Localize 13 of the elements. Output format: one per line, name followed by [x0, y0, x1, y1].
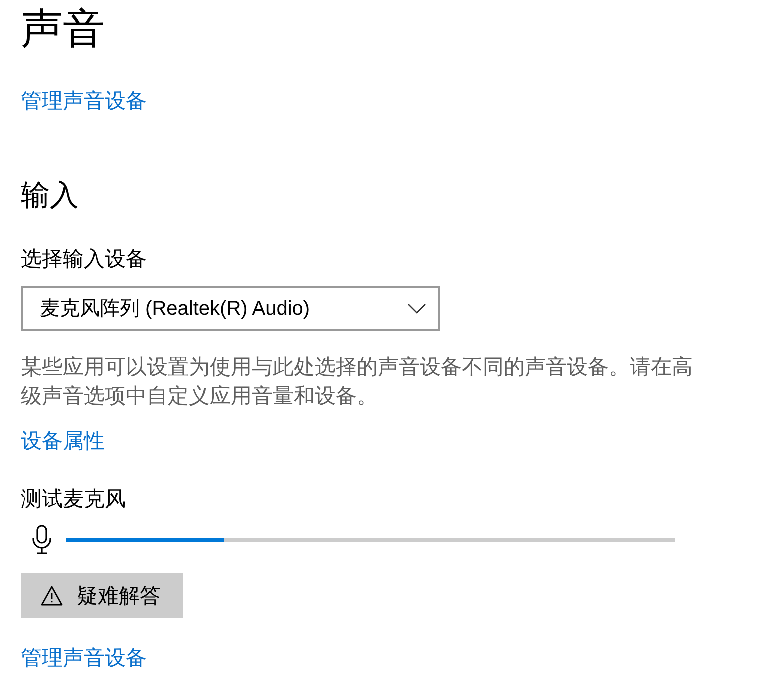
- manage-devices-link[interactable]: 管理声音设备: [21, 644, 147, 674]
- device-properties-link[interactable]: 设备属性: [21, 427, 105, 457]
- field-label: 选择输入设备: [21, 247, 147, 273]
- warning-icon: [41, 586, 63, 606]
- description-text: 某些应用可以设置为使用与此处选择的声音设备不同的声音设备。请在高级声音选项中自定义应用音量和设备。: [21, 355, 694, 410]
- input-device-dropdown[interactable]: 麦克风阵列 (Realtek(R) Audio): [21, 286, 440, 331]
- section-heading: 输入: [21, 179, 79, 214]
- chevron-down-icon: [408, 304, 426, 314]
- page-title: 声音: [21, 4, 105, 54]
- troubleshoot-button[interactable]: 疑难解答: [21, 573, 183, 618]
- manage-devices-link[interactable]: 管理声音设备: [21, 87, 147, 117]
- microphone-icon: [32, 525, 52, 555]
- test-label: 测试麦克风: [21, 487, 126, 513]
